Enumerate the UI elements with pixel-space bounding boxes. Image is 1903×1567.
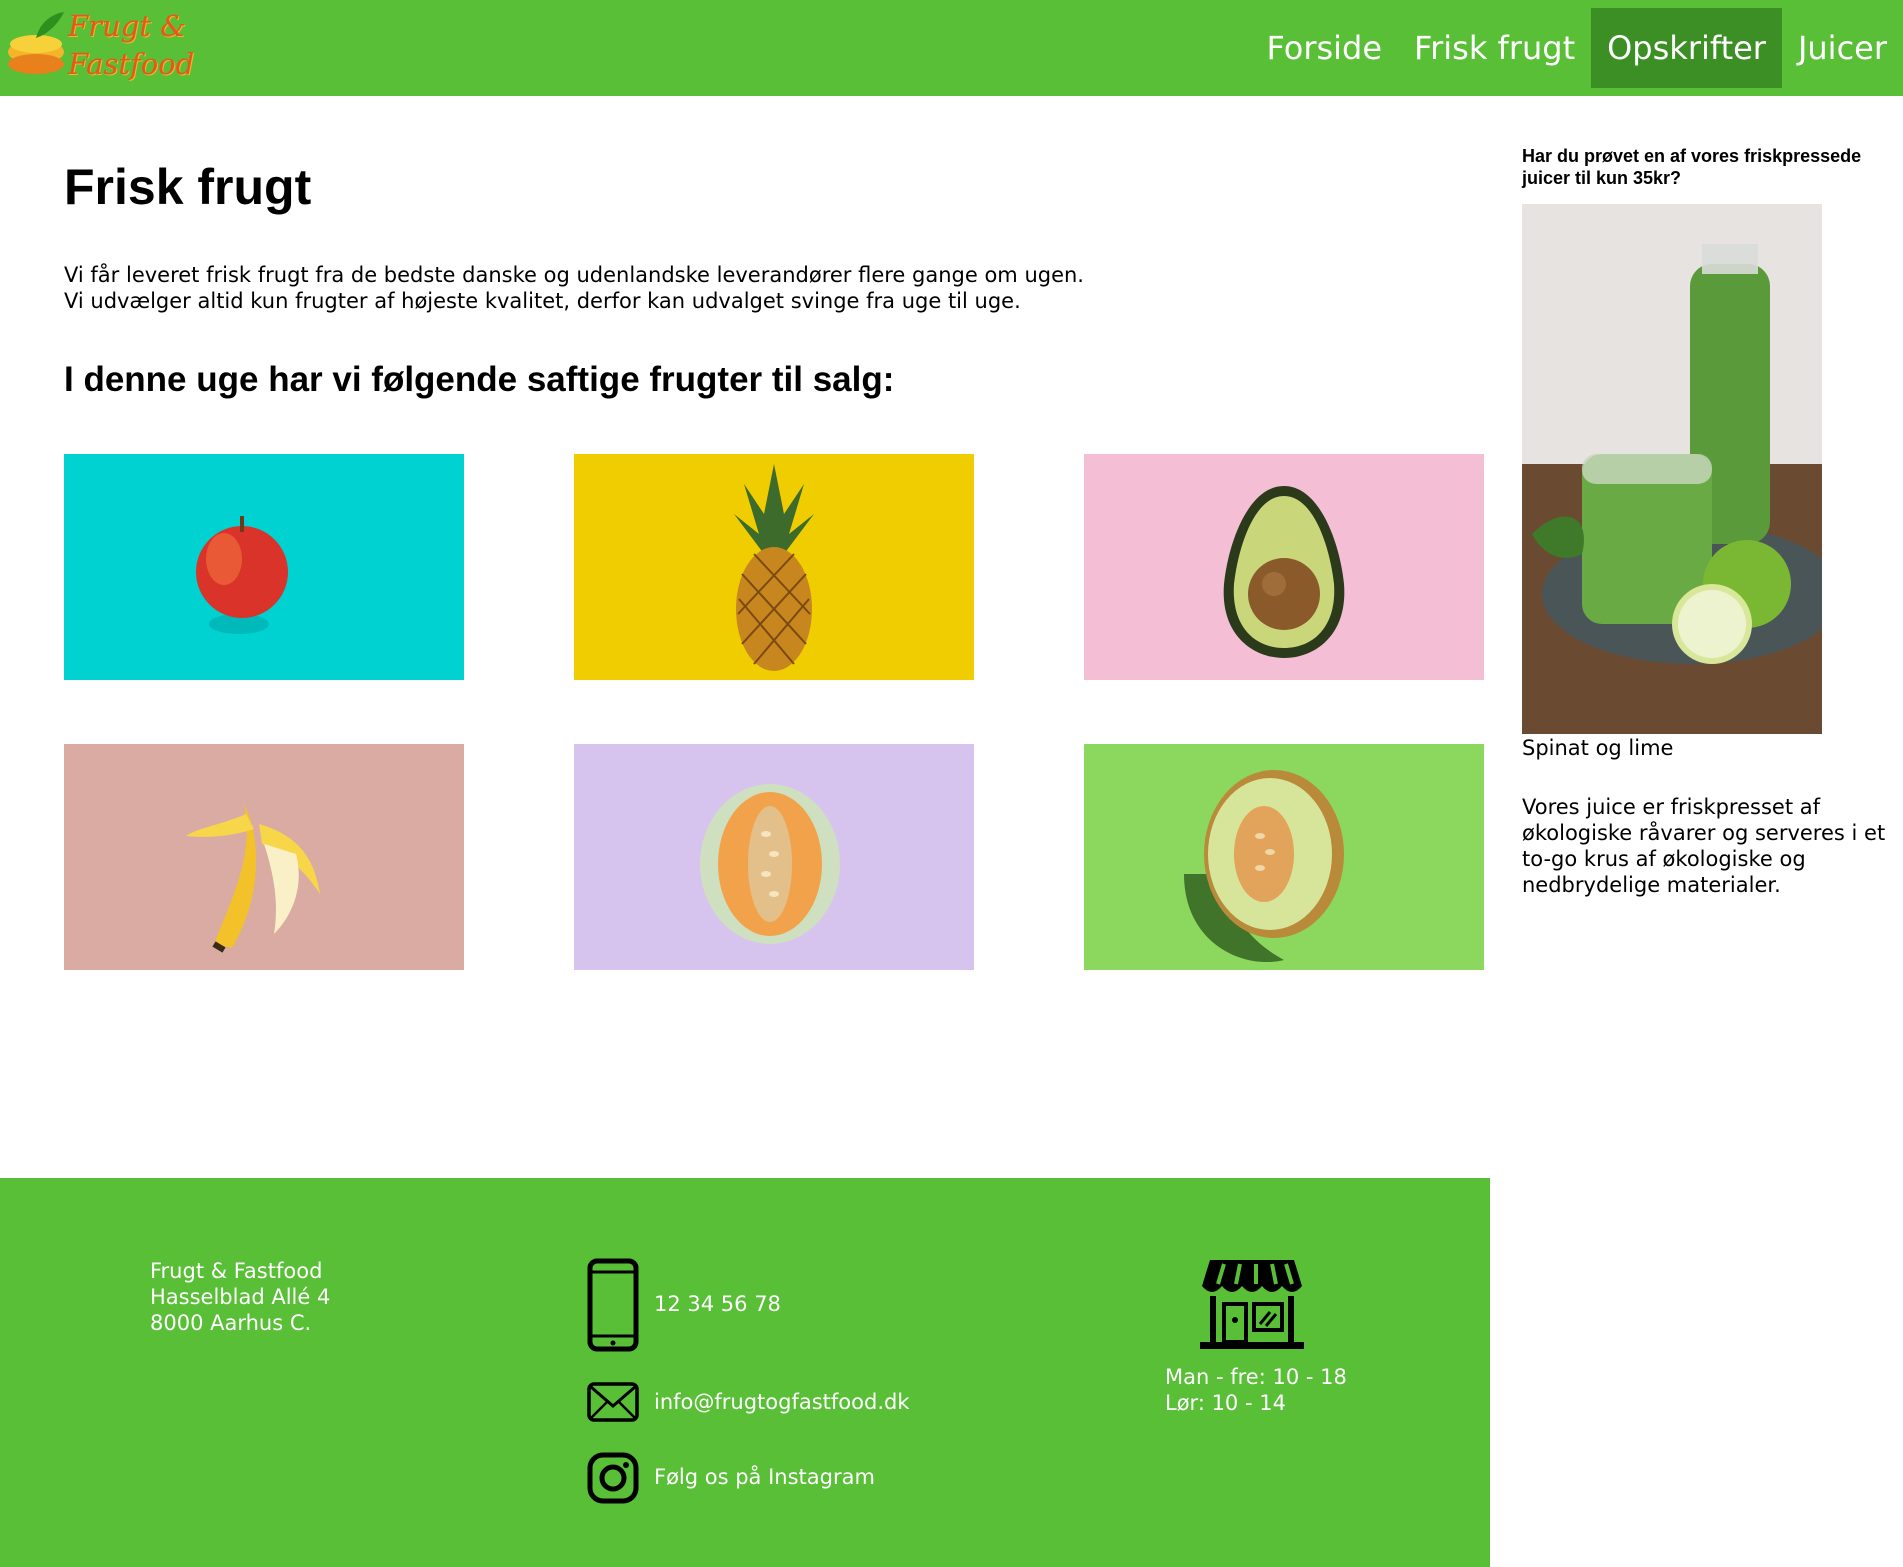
section-subtitle: I denne uge har vi følgende saftige frug… [64,360,895,399]
footer-phone[interactable]: 12 34 56 78 [654,1292,781,1316]
mail-icon [587,1382,639,1422]
site-header: Frugt & Fastfood Forside Frisk frugt Ops… [0,0,1903,96]
footer-email-link[interactable]: info@frugtogfastfood.dk [654,1390,910,1414]
site-footer: Frugt & Fastfood Hasselblad Allé 4 8000 … [0,1178,1490,1567]
intro-line: Vi udvælger altid kun frugter af højeste… [64,289,1021,313]
nav-frisk-frugt[interactable]: Frisk frugt [1398,8,1591,88]
opening-hours: Man - fre: 10 - 18 Lør: 10 - 14 [1165,1364,1347,1416]
juice-promo-title: Har du prøvet en af vores friskpressede … [1522,146,1862,188]
juice-caption: Spinat og lime [1522,736,1674,760]
fruit-image-banana [64,744,464,970]
logo-text-line2: Fastfood [68,47,195,81]
nav-opskrifter[interactable]: Opskrifter [1591,8,1782,88]
fruit-image-honeydew [1084,744,1484,970]
fruit-image-cantaloupe [574,744,974,970]
hours-saturday: Lør: 10 - 14 [1165,1391,1286,1415]
footer-city: 8000 Aarhus C. [150,1311,312,1335]
fruit-image-pineapple [574,454,974,680]
main-nav: Forside Frisk frugt Opskrifter Juicer [1250,8,1903,88]
store-icon [1200,1260,1304,1349]
hours-weekdays: Man - fre: 10 - 18 [1165,1365,1347,1389]
nav-forside[interactable]: Forside [1250,8,1398,88]
footer-address: Frugt & Fastfood Hasselblad Allé 4 8000 … [150,1258,330,1336]
phone-icon [587,1258,639,1352]
nav-juicer[interactable]: Juicer [1782,8,1903,88]
intro-line: Vi får leveret frisk frugt fra de bedste… [64,263,1084,287]
footer-street: Hasselblad Allé 4 [150,1285,331,1309]
page-title: Frisk frugt [64,159,312,215]
footer-company-name: Frugt & Fastfood [150,1259,323,1283]
intro-text: Vi får leveret frisk frugt fra de bedste… [64,262,1084,314]
logo-text-line1: Frugt & [68,9,186,43]
fruit-image-avocado [1084,454,1484,680]
footer-instagram-link[interactable]: Følg os på Instagram [654,1465,875,1489]
juice-image [1522,204,1822,734]
juice-description: Vores juice er friskpresset af økologisk… [1522,795,1886,897]
instagram-icon[interactable] [587,1452,639,1504]
fruit-image-apple [64,454,464,680]
logo[interactable]: Frugt & Fastfood [6,8,196,84]
